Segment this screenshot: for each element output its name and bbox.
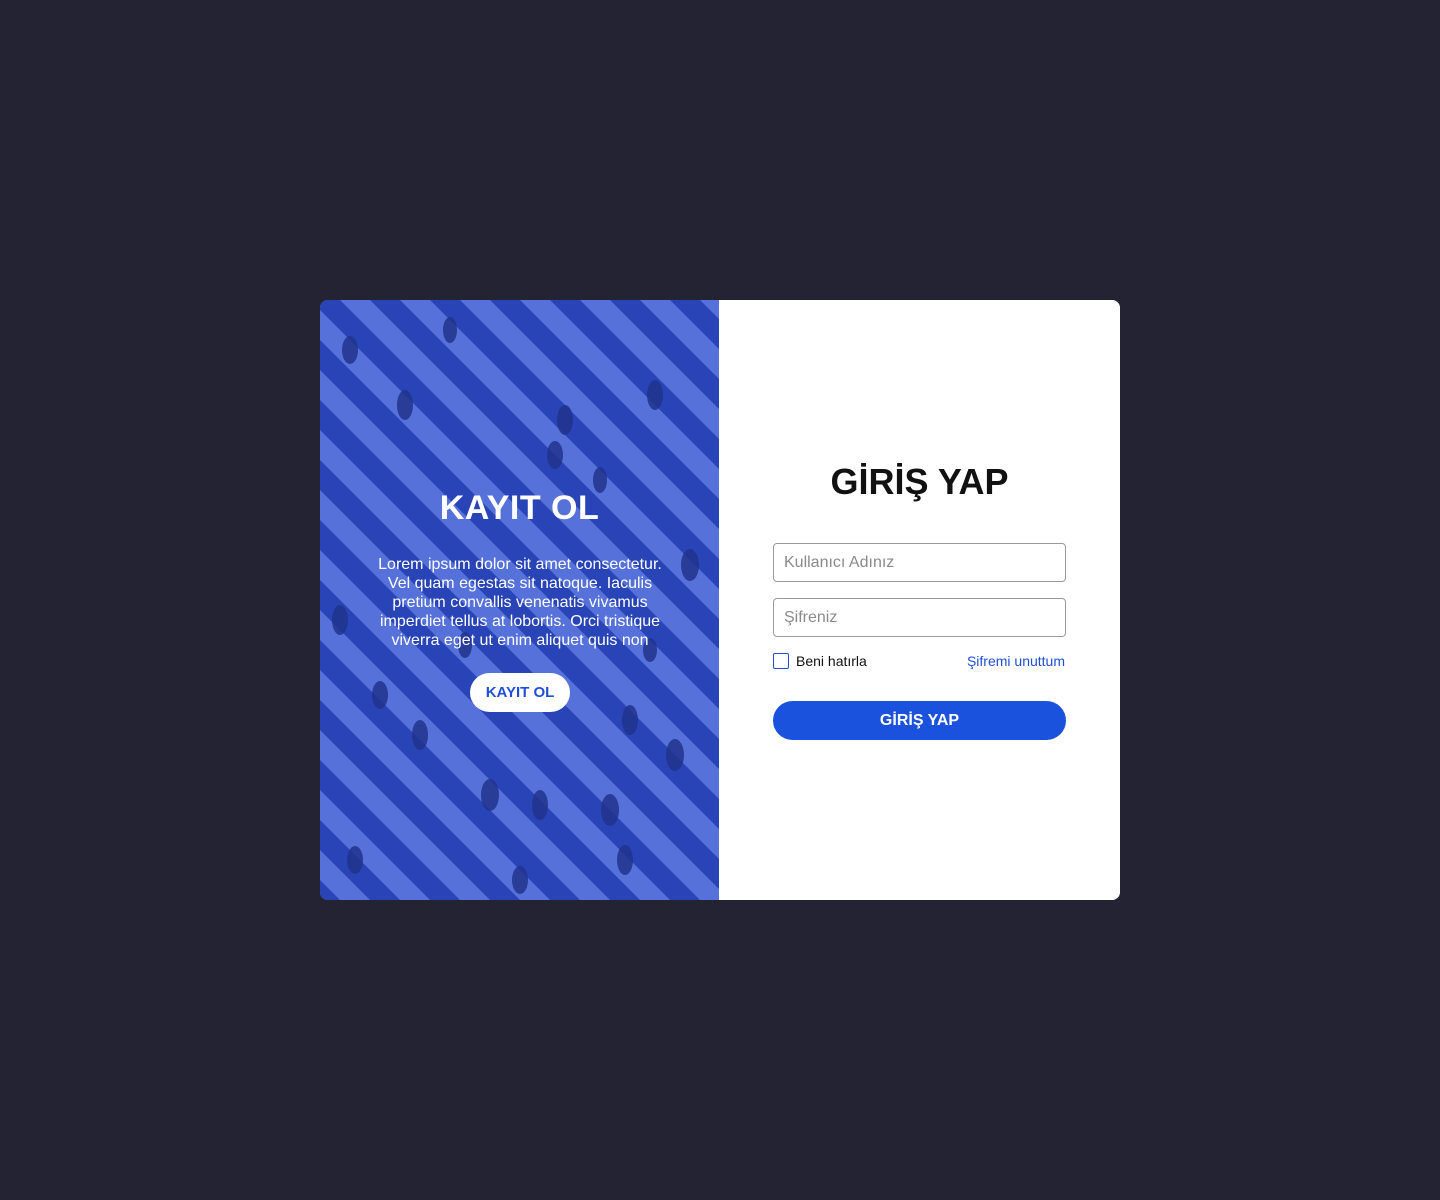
signup-description: Lorem ipsum dolor sit amet consectetur. … xyxy=(378,556,662,649)
signup-content: KAYIT OL Lorem ipsum dolor sit amet cons… xyxy=(320,300,719,900)
signup-title: KAYIT OL xyxy=(439,489,600,527)
login-title: GİRİŞ YAP xyxy=(830,461,1009,502)
remember-checkbox[interactable] xyxy=(773,653,789,669)
signup-button[interactable]: KAYIT OL xyxy=(470,673,570,712)
remember-me[interactable]: Beni hatırla xyxy=(773,653,867,669)
auth-card: KAYIT OL Lorem ipsum dolor sit amet cons… xyxy=(320,300,1120,900)
login-panel: GİRİŞ YAP Beni hatırla Şifremi unuttum G… xyxy=(719,300,1120,900)
forgot-password-link[interactable]: Şifremi unuttum xyxy=(967,653,1065,669)
username-input[interactable] xyxy=(773,543,1066,582)
remember-label: Beni hatırla xyxy=(796,653,867,669)
login-button[interactable]: GİRİŞ YAP xyxy=(773,701,1066,740)
password-input[interactable] xyxy=(773,598,1066,637)
signup-panel: KAYIT OL Lorem ipsum dolor sit amet cons… xyxy=(320,300,719,900)
